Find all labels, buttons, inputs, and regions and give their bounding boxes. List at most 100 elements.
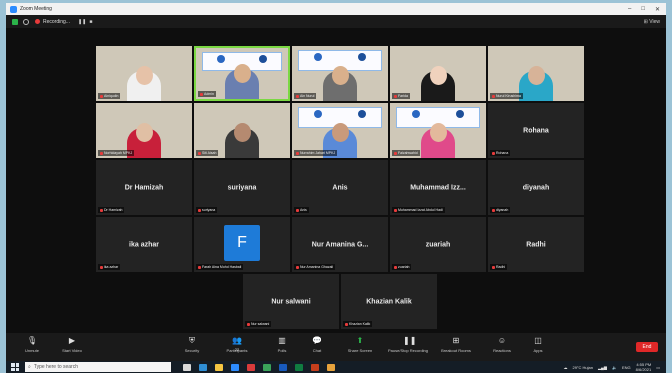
security-button[interactable]: ⛨ Security <box>172 336 212 353</box>
task-view-icon[interactable] <box>183 363 191 371</box>
organization-logo-icon <box>456 110 465 118</box>
participant-tile[interactable]: ika azhar ika azhar <box>96 217 192 272</box>
participant-tile[interactable]: Admin <box>194 46 290 101</box>
stop-recording-icon[interactable]: ■ <box>89 19 92 25</box>
language-indicator[interactable]: ENG <box>622 365 631 370</box>
participant-tile[interactable]: Nur salwani Nur salwani <box>243 274 339 329</box>
participant-name-label: Radhi <box>490 264 508 270</box>
participant-tile[interactable]: Dr Hamizah Dr Hamizah <box>96 160 192 215</box>
muted-mic-icon <box>492 94 495 98</box>
participant-tile[interactable]: Khazian Kalik Khazian Kalik <box>341 274 437 329</box>
participant-tile[interactable]: zuariah zuariah <box>390 217 486 272</box>
app-icon-red[interactable] <box>247 363 255 371</box>
muted-mic-icon <box>394 94 397 98</box>
meeting-info-icon[interactable] <box>23 18 29 25</box>
participant-tile[interactable]: Nurul Kirushima <box>488 46 584 101</box>
participant-name-label: Farah Aina Mohd Hasbali <box>196 264 244 270</box>
participant-display-name: Muhammad Izz... <box>410 184 466 191</box>
participant-tile[interactable]: Radhi Radhi <box>488 217 584 272</box>
participant-label-text: Farida <box>398 94 408 98</box>
share-screen-button[interactable]: ⬆ Share Screen <box>340 336 380 353</box>
participants-icon: 👥22 <box>232 336 242 352</box>
windows-start-icon[interactable] <box>11 363 19 371</box>
participant-tile[interactable]: Anis Anis <box>292 160 388 215</box>
participant-label-text: Admin <box>204 92 214 96</box>
participant-tile[interactable]: suriyana suriyana <box>194 160 290 215</box>
unmute-button[interactable]: 🎙 Unmute <box>12 336 52 353</box>
participant-tile[interactable]: Faizahwahid <box>390 103 486 158</box>
participant-name-label: Farida <box>392 93 410 99</box>
participant-tile[interactable]: Rohana Rohana <box>488 103 584 158</box>
participant-tile[interactable]: Siti Aisah <box>194 103 290 158</box>
edge-browser-icon[interactable] <box>199 363 207 371</box>
participants-label: Participants <box>226 348 248 353</box>
participant-tile[interactable]: Ain Nurul <box>292 46 388 101</box>
volume-icon[interactable]: 🔈 <box>612 365 617 370</box>
zoom-logo-icon <box>10 5 17 13</box>
participant-name-label: Anis <box>294 207 309 213</box>
participant-name-label: Ainiqudin <box>98 93 121 99</box>
participant-label-text: ika azhar <box>104 265 119 269</box>
participant-tile[interactable]: Ainiqudin <box>96 46 192 101</box>
title-bar: Zoom Meeting – □ ✕ <box>6 3 666 15</box>
breakout-rooms-button[interactable]: ⊞ Breakout Rooms <box>436 336 476 353</box>
apps-button[interactable]: ◫ Apps <box>518 336 558 353</box>
participant-label-text: Nur Amanina Ghazali <box>300 265 334 269</box>
participants-button[interactable]: 👥22 Participants <box>217 336 257 353</box>
participant-tile[interactable]: diyanah diyanah <box>488 160 584 215</box>
reactions-label: Reactions <box>493 348 511 353</box>
weather-icon[interactable]: ☁ <box>563 365 567 370</box>
windows-taskbar: ⌕ Type here to search ☁ 29°C Hujan ▂▄▆ 🔈… <box>6 361 666 373</box>
view-button[interactable]: ⊞ View <box>644 19 660 25</box>
notifications-icon[interactable]: ▭ <box>656 365 660 370</box>
record-button[interactable]: ❚❚ Pause/Stop Recording <box>384 336 432 353</box>
participant-tile[interactable]: Muhammad Izz... Muhammad Izzat Abdul Hadi <box>390 160 486 215</box>
participant-name-label: Ain Nurul <box>294 93 317 99</box>
chat-button[interactable]: 💬 Chat <box>297 336 337 353</box>
zoom-taskbar-icon[interactable] <box>231 363 239 371</box>
participant-tile[interactable]: F Farah Aina Mohd Hasbali <box>194 217 290 272</box>
window-title: Zoom Meeting <box>20 6 52 12</box>
participant-display-name: ika azhar <box>129 241 159 248</box>
excel-icon[interactable] <box>295 363 303 371</box>
end-meeting-button[interactable]: End <box>636 342 658 352</box>
participant-label-text: Khazian Kalik <box>349 322 371 326</box>
search-icon: ⌕ <box>28 364 31 370</box>
pause-recording-icon[interactable]: ❚❚ <box>78 19 86 25</box>
encryption-shield-icon[interactable] <box>12 18 18 25</box>
video-camera-icon: ▶ <box>68 336 76 345</box>
taskbar-search[interactable]: ⌕ Type here to search <box>25 362 171 372</box>
participant-name-label: Norhidayah MPKJ <box>98 150 135 156</box>
participant-tile[interactable]: Norhidayah MPKJ <box>96 103 192 158</box>
muted-mic-icon <box>296 151 299 155</box>
reactions-button[interactable]: ☺ Reactions <box>482 336 522 353</box>
participant-label-text: Ain Nurul <box>300 94 315 98</box>
participant-name-label: Rohana <box>490 150 511 156</box>
close-icon[interactable]: ✕ <box>655 6 660 13</box>
organization-logo-icon <box>259 55 268 63</box>
word-icon[interactable] <box>279 363 287 371</box>
network-icon[interactable]: ▂▄▆ <box>598 365 607 370</box>
participant-tile[interactable]: Farida <box>390 46 486 101</box>
clock[interactable]: 4:55 PM 8/6/2021 <box>636 362 652 372</box>
start-video-button[interactable]: ▶ Start Video <box>52 336 92 353</box>
file-explorer-icon[interactable] <box>215 363 223 371</box>
powerpoint-icon[interactable] <box>311 363 319 371</box>
government-seal-icon <box>216 55 225 63</box>
recording-label: Recording... <box>43 18 70 25</box>
app-icon-orange[interactable] <box>327 363 335 371</box>
participant-name-label: diyanah <box>490 207 511 213</box>
participant-tile[interactable]: Nur Amanina G... Nur Amanina Ghazali <box>292 217 388 272</box>
polls-button[interactable]: ▥ Polls <box>262 336 302 353</box>
app-icon-green[interactable] <box>263 363 271 371</box>
maximize-icon[interactable]: □ <box>641 6 645 13</box>
chat-bubble-icon: 💬 <box>312 336 322 345</box>
chat-label: Chat <box>312 348 322 353</box>
reactions-icon: ☺ <box>497 336 507 345</box>
apps-icon: ◫ <box>534 336 542 345</box>
muted-mic-icon <box>198 265 201 269</box>
security-shield-icon: ⛨ <box>189 336 195 345</box>
minimize-icon[interactable]: – <box>628 6 631 13</box>
participant-tile[interactable]: Nurrahim Jahari MPKJ <box>292 103 388 158</box>
participant-label-text: Siti Aisah <box>202 151 217 155</box>
